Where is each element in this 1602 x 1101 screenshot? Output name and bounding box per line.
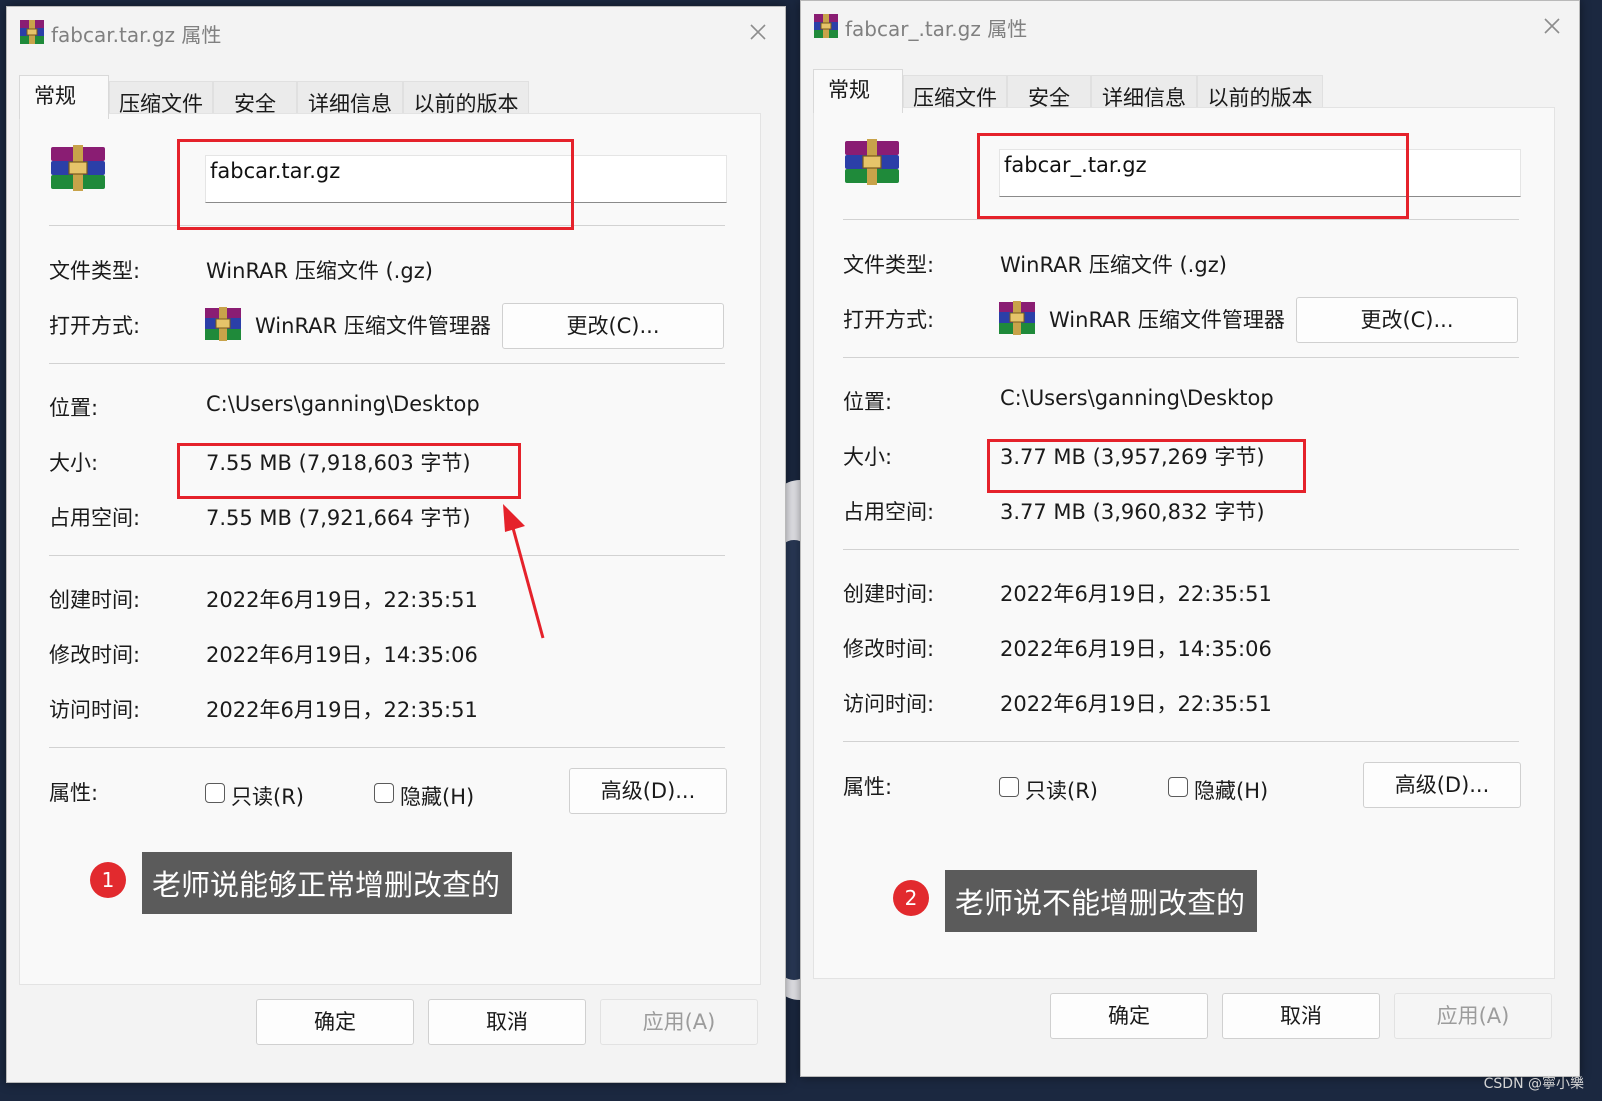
annotation-note: 老师说能够正常增删改查的 (142, 852, 512, 914)
created-value: 2022年6月19日，22:35:51 (206, 588, 478, 612)
red-arrow-icon (503, 504, 545, 639)
winrar-icon (814, 14, 838, 38)
hidden-checkbox[interactable] (1168, 777, 1188, 797)
divider (843, 357, 1519, 358)
general-panel (813, 107, 1555, 979)
hidden-label[interactable]: 隐藏(H) (1194, 775, 1268, 805)
size-on-disk-value: 3.77 MB (3,960,832 字节) (1000, 500, 1265, 524)
open-with-label: 打开方式: (843, 308, 935, 332)
annotation-note: 老师说不能增删改查的 (945, 870, 1257, 932)
location-label: 位置: (843, 390, 893, 414)
title-bar: fabcar_.tar.gz 属性 (801, 1, 1579, 51)
accessed-label: 访问时间: (843, 692, 935, 716)
attributes-label: 属性: (843, 775, 893, 799)
divider (843, 549, 1519, 550)
location-value: C:\Users\ganning\Desktop (206, 392, 480, 416)
title-bar: fabcar.tar.gz 属性 (7, 7, 785, 57)
size-on-disk-value: 7.55 MB (7,921,664 字节) (206, 506, 471, 530)
file-type-value: WinRAR 压缩文件 (.gz) (206, 259, 433, 283)
winrar-icon (999, 301, 1035, 335)
hidden-checkbox[interactable] (374, 783, 394, 803)
created-label: 创建时间: (843, 582, 935, 606)
annotation-number-badge: 2 (893, 880, 929, 916)
filename-highlight-box (977, 133, 1409, 219)
advanced-button[interactable]: 高级(D)... (1363, 762, 1521, 808)
divider (49, 747, 725, 748)
readonly-checkbox[interactable] (999, 777, 1019, 797)
size-on-disk-label: 占用空间: (843, 500, 935, 524)
accessed-value: 2022年6月19日，22:35:51 (1000, 692, 1272, 716)
size-highlight-box (177, 443, 521, 499)
file-type-value: WinRAR 压缩文件 (.gz) (1000, 253, 1227, 277)
size-label: 大小: (49, 451, 99, 475)
file-type-label: 文件类型: (843, 253, 935, 277)
ok-button[interactable]: 确定 (256, 999, 414, 1045)
open-with-value: WinRAR 压缩文件管理器 (255, 314, 491, 338)
readonly-checkbox[interactable] (205, 783, 225, 803)
modified-label: 修改时间: (49, 643, 141, 667)
window-title: fabcar_.tar.gz 属性 (845, 17, 1028, 41)
filename-highlight-box (177, 139, 574, 230)
open-with-label: 打开方式: (49, 314, 141, 338)
divider (49, 363, 725, 364)
size-highlight-box (987, 439, 1306, 493)
size-on-disk-label: 占用空间: (49, 506, 141, 530)
winrar-archive-icon (51, 145, 105, 191)
cancel-button[interactable]: 取消 (1222, 993, 1380, 1039)
window-title: fabcar.tar.gz 属性 (51, 23, 222, 47)
file-type-label: 文件类型: (49, 259, 141, 283)
cancel-button[interactable]: 取消 (428, 999, 586, 1045)
change-button[interactable]: 更改(C)... (502, 303, 724, 349)
annotation-number-badge: 1 (90, 862, 126, 898)
change-button[interactable]: 更改(C)... (1296, 297, 1518, 343)
tab-general[interactable]: 常规 (813, 69, 903, 113)
location-label: 位置: (49, 396, 99, 420)
divider (49, 555, 725, 556)
modified-label: 修改时间: (843, 637, 935, 661)
apply-button[interactable]: 应用(A) (600, 999, 758, 1045)
modified-value: 2022年6月19日，14:35:06 (206, 643, 478, 667)
winrar-icon (20, 20, 44, 44)
close-icon[interactable] (1537, 11, 1567, 41)
open-with-value: WinRAR 压缩文件管理器 (1049, 308, 1285, 332)
divider (843, 219, 1519, 220)
watermark: CSDN @寧小樂 (1483, 1076, 1584, 1092)
advanced-button[interactable]: 高级(D)... (569, 768, 727, 814)
created-label: 创建时间: (49, 588, 141, 612)
winrar-archive-icon (845, 139, 899, 185)
hidden-label[interactable]: 隐藏(H) (400, 781, 474, 811)
accessed-label: 访问时间: (49, 698, 141, 722)
close-icon[interactable] (743, 17, 773, 47)
attributes-label: 属性: (49, 781, 99, 805)
size-label: 大小: (843, 445, 893, 469)
divider (843, 741, 1519, 742)
created-value: 2022年6月19日，22:35:51 (1000, 582, 1272, 606)
readonly-label[interactable]: 只读(R) (1025, 775, 1098, 805)
tab-general[interactable]: 常规 (19, 75, 109, 119)
location-value: C:\Users\ganning\Desktop (1000, 386, 1274, 410)
accessed-value: 2022年6月19日，22:35:51 (206, 698, 478, 722)
modified-value: 2022年6月19日，14:35:06 (1000, 637, 1272, 661)
apply-button[interactable]: 应用(A) (1394, 993, 1552, 1039)
ok-button[interactable]: 确定 (1050, 993, 1208, 1039)
readonly-label[interactable]: 只读(R) (231, 781, 304, 811)
winrar-icon (205, 307, 241, 341)
